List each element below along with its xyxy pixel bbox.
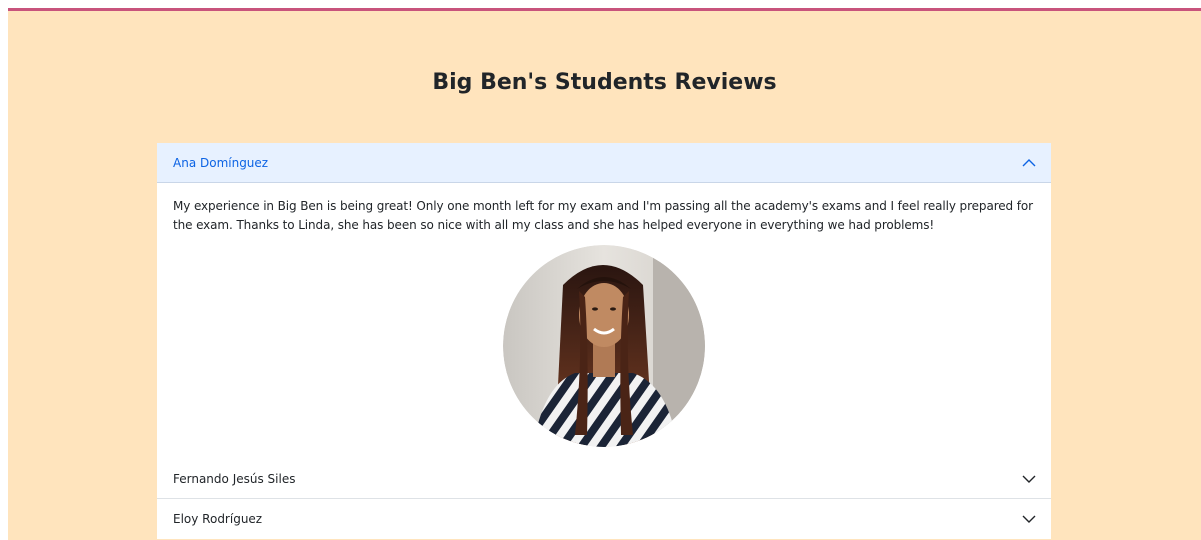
page-title: Big Ben's Students Reviews [432, 70, 777, 95]
accordion-header-eloy[interactable]: Eloy Rodríguez [157, 499, 1051, 539]
accordion-header-ana[interactable]: Ana Domínguez [157, 143, 1051, 183]
chevron-down-icon[interactable] [1021, 471, 1037, 487]
reviewer-name: Fernando Jesús Siles [173, 471, 296, 486]
accordion-body-ana: My experience in Big Ben is being great!… [157, 183, 1051, 459]
chevron-down-icon[interactable] [1021, 511, 1037, 527]
reviewer-name: Eloy Rodríguez [173, 512, 263, 526]
chevron-up-icon[interactable] [1021, 155, 1037, 171]
reviewer-name: Ana Domínguez [173, 155, 269, 170]
reviewer-photo [503, 245, 705, 447]
reviews-accordion: Ana Domínguez My experience in Big Ben i… [157, 143, 1051, 539]
review-text: My experience in Big Ben is being great!… [173, 199, 1033, 232]
page-background: Big Ben's Students Reviews Ana Domínguez… [8, 8, 1201, 540]
accordion-header-fernando[interactable]: Fernando Jesús Siles [157, 459, 1051, 499]
top-accent-line [8, 8, 1201, 11]
